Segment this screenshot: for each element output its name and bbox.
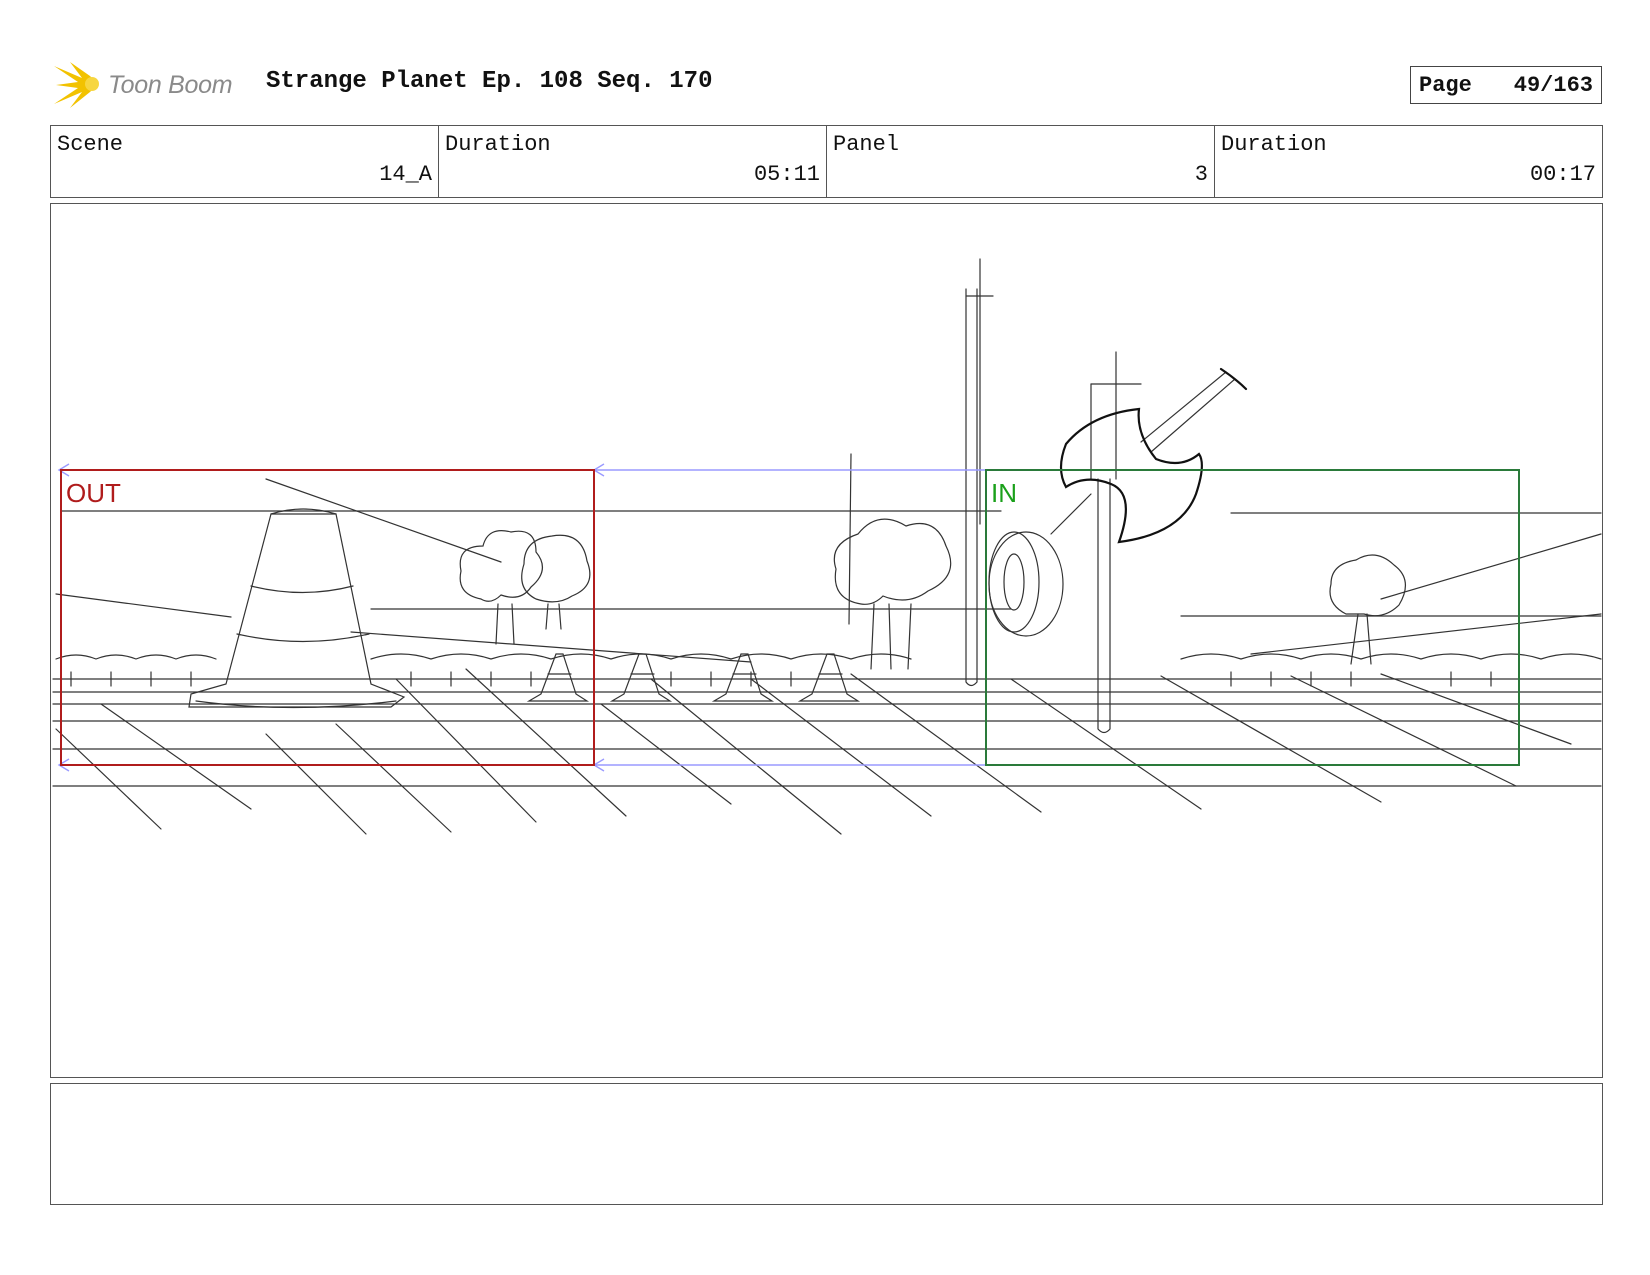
- panel-duration-label: Duration: [1221, 132, 1327, 157]
- in-label: IN: [991, 478, 1017, 508]
- panel-duration-value: 00:17: [1529, 162, 1596, 187]
- panel-duration-cell: Duration 00:17: [1215, 126, 1602, 197]
- starburst-icon: [54, 62, 99, 108]
- camera-move-arrows: [57, 463, 986, 772]
- scene-duration-value: 05:11: [753, 162, 820, 187]
- scene-duration-cell: Duration 05:11: [439, 126, 827, 197]
- logo-wordmark: Toon Boom: [108, 70, 233, 99]
- scene-label: Scene: [57, 132, 124, 157]
- scene-duration-label: Duration: [445, 132, 551, 157]
- panel-notes: [50, 1083, 1603, 1205]
- out-label: OUT: [66, 478, 121, 508]
- panel-sketch: OUT IN: [52, 258, 1602, 835]
- scene-cell: Scene 14_A: [51, 126, 439, 197]
- scene-value: 14_A: [379, 162, 432, 187]
- panel-value: 3: [1194, 162, 1208, 187]
- hook-shape: [1059, 367, 1248, 544]
- toon-boom-logo: Toon Boom: [52, 58, 233, 112]
- info-table: Scene 14_A Duration 05:11 Panel 3 Durati…: [50, 125, 1603, 198]
- document-title: Strange Planet Ep. 108 Seq. 170: [266, 68, 713, 95]
- page-label: Page: [1419, 72, 1472, 98]
- panel-cell: Panel 3: [827, 126, 1215, 197]
- page-number: 49/163: [1513, 72, 1593, 98]
- storyboard-panel: OUT IN: [50, 203, 1603, 1078]
- page-indicator: Page 49/163: [1410, 66, 1602, 104]
- panel-label: Panel: [833, 132, 900, 157]
- sketch-lines: [52, 258, 1602, 835]
